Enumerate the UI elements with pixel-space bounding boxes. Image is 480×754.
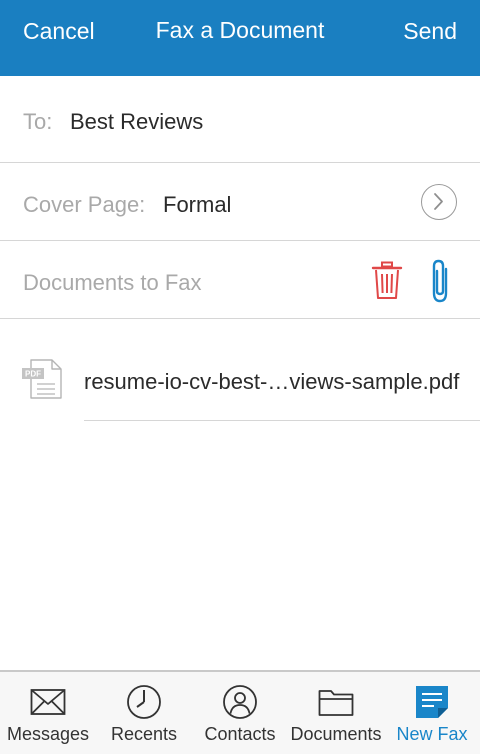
pdf-file-icon: PDF [21,359,63,399]
recipient-value[interactable]: Best Reviews [70,109,203,135]
paperclip-icon[interactable] [424,257,456,305]
recipient-row[interactable]: To: Best Reviews [0,76,480,163]
document-name: resume-io-cv-best-…views-sample.pdf [84,369,460,394]
divider [84,420,480,421]
documents-label: Documents to Fax [23,270,202,295]
new-fax-icon [414,684,450,720]
tab-messages[interactable]: Messages [0,672,96,754]
cover-page-label: Cover Page: [23,192,146,217]
tab-label: New Fax [396,724,468,744]
bottom-tab-bar: Messages Recents Contacts Documents New … [0,670,480,754]
send-button[interactable]: Send [403,18,457,45]
cover-page-value: Formal [163,192,232,217]
fax-document-screen: Cancel Fax a Document Send To: Best Revi… [0,0,480,754]
trash-icon[interactable] [370,261,404,301]
contact-icon [222,684,258,720]
cover-page-chevron-icon[interactable] [421,184,457,220]
clock-icon [126,684,162,720]
tab-recents[interactable]: Recents [96,672,192,754]
tab-contacts[interactable]: Contacts [192,672,288,754]
envelope-icon [30,684,66,720]
to-label: To: [23,109,53,134]
pdf-icon-text: PDF [25,370,41,379]
cover-page-row[interactable]: Cover Page: Formal [0,163,480,241]
top-bar: Cancel Fax a Document Send [0,0,480,76]
tab-new-fax[interactable]: New Fax [384,672,480,754]
tab-documents[interactable]: Documents [288,672,384,754]
folder-icon [318,684,354,720]
list-item[interactable]: PDF resume-io-cv-best-…views-sample.pdf [0,319,480,421]
documents-row: Documents to Fax [0,241,480,319]
